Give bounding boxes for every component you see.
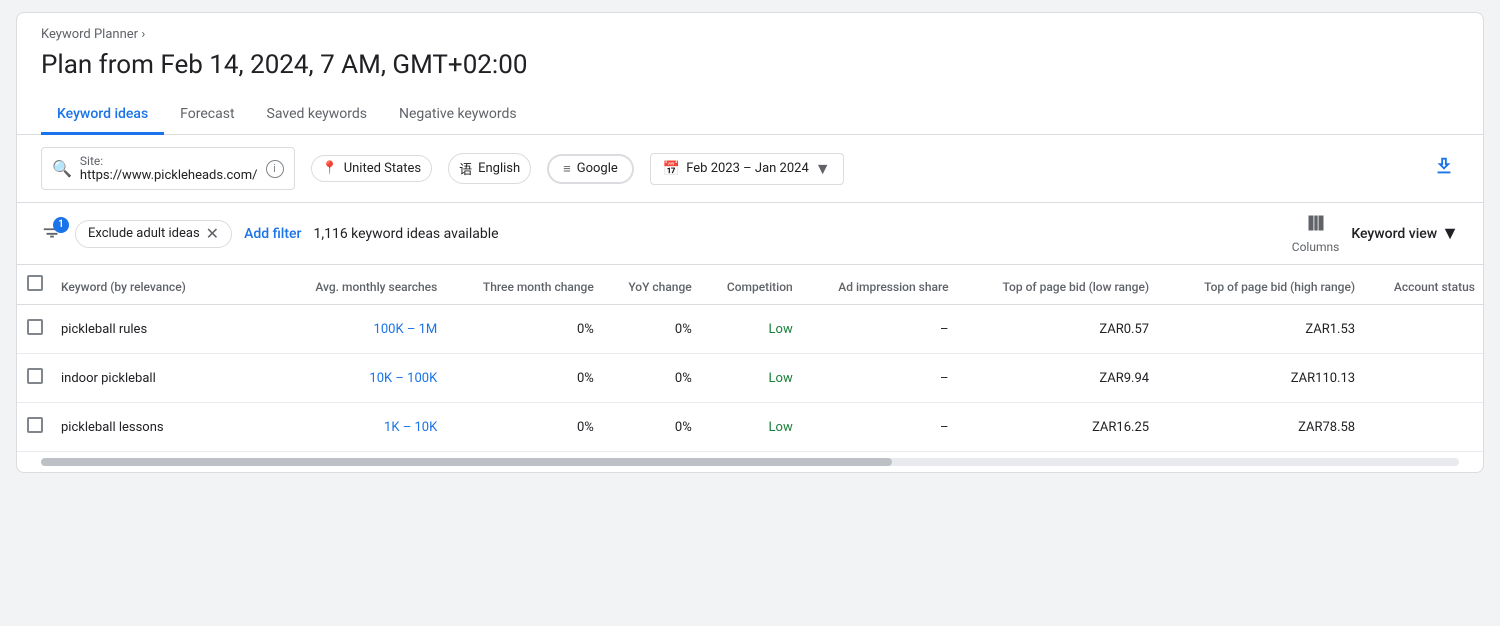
keywords-table: Keyword (by relevance) Avg. monthly sear… bbox=[17, 265, 1483, 452]
row-top-bid-high: ZAR78.58 bbox=[1157, 403, 1363, 452]
header-three-month[interactable]: Three month change bbox=[445, 265, 602, 305]
breadcrumb[interactable]: Keyword Planner › bbox=[17, 13, 1483, 46]
tabs-bar: Keyword ideas Forecast Saved keywords Ne… bbox=[17, 96, 1483, 135]
header-top-bid-high[interactable]: Top of page bid (high range) bbox=[1157, 265, 1363, 305]
row-avg-monthly: 100K – 1M bbox=[275, 305, 445, 354]
filter-funnel-button[interactable]: 1 bbox=[41, 221, 63, 247]
remove-filter-icon[interactable]: ✕ bbox=[206, 226, 219, 242]
calendar-icon: 📅 bbox=[663, 161, 680, 177]
select-all-checkbox[interactable] bbox=[27, 275, 43, 291]
row-checkbox[interactable] bbox=[17, 354, 53, 403]
location-label: United States bbox=[344, 161, 421, 176]
row-competition: Low bbox=[700, 354, 801, 403]
header-yoy-change[interactable]: YoY change bbox=[602, 265, 700, 305]
row-account-status bbox=[1363, 305, 1483, 354]
row-account-status bbox=[1363, 403, 1483, 452]
row-avg-monthly: 10K – 100K bbox=[275, 354, 445, 403]
header-top-bid-low[interactable]: Top of page bid (low range) bbox=[957, 265, 1158, 305]
keyword-view-label: Keyword view bbox=[1351, 226, 1437, 242]
row-checkbox[interactable] bbox=[17, 403, 53, 452]
tab-saved-keywords[interactable]: Saved keywords bbox=[251, 96, 383, 135]
dropdown-icon: ▼ bbox=[815, 159, 831, 179]
row-top-bid-high: ZAR110.13 bbox=[1157, 354, 1363, 403]
info-icon[interactable]: i bbox=[266, 160, 284, 178]
row-competition: Low bbox=[700, 305, 801, 354]
date-range-button[interactable]: 📅 Feb 2023 – Jan 2024 ▼ bbox=[650, 153, 844, 185]
row-three-month: 0% bbox=[445, 354, 602, 403]
site-search-box[interactable]: 🔍 Site: https://www.pickleheads.com/ i bbox=[41, 147, 295, 190]
language-label: English bbox=[478, 161, 520, 176]
tab-forecast[interactable]: Forecast bbox=[164, 96, 250, 135]
breadcrumb-link[interactable]: Keyword Planner bbox=[41, 27, 138, 42]
row-account-status bbox=[1363, 354, 1483, 403]
search-icon: 🔍 bbox=[52, 159, 72, 178]
row-three-month: 0% bbox=[445, 305, 602, 354]
row-yoy-change: 0% bbox=[602, 403, 700, 452]
row-ad-impression: – bbox=[801, 354, 957, 403]
row-top-bid-low: ZAR9.94 bbox=[957, 354, 1158, 403]
scrollbar-thumb[interactable] bbox=[41, 458, 892, 466]
row-keyword: pickleball rules bbox=[53, 305, 275, 354]
chevron-down-icon: ▼ bbox=[1441, 223, 1459, 244]
table-body: pickleball rules 100K – 1M 0% 0% Low – Z… bbox=[17, 305, 1483, 452]
row-yoy-change: 0% bbox=[602, 305, 700, 354]
keyword-view-button[interactable]: Keyword view ▼ bbox=[1351, 223, 1459, 244]
site-label: Site: bbox=[80, 154, 258, 168]
row-top-bid-low: ZAR0.57 bbox=[957, 305, 1158, 354]
row-ad-impression: – bbox=[801, 305, 957, 354]
site-info: Site: https://www.pickleheads.com/ bbox=[80, 154, 258, 183]
add-filter-button[interactable]: Add filter bbox=[244, 226, 301, 242]
row-top-bid-low: ZAR16.25 bbox=[957, 403, 1158, 452]
search-engine-icon: ≡ bbox=[563, 161, 571, 177]
row-checkbox[interactable] bbox=[17, 305, 53, 354]
header-competition[interactable]: Competition bbox=[700, 265, 801, 305]
pin-icon: 📍 bbox=[322, 161, 338, 176]
row-avg-monthly: 1K – 10K bbox=[275, 403, 445, 452]
row-ad-impression: – bbox=[801, 403, 957, 452]
scrollbar[interactable] bbox=[41, 458, 1459, 466]
download-button[interactable] bbox=[1429, 151, 1459, 186]
location-filter[interactable]: 📍 United States bbox=[311, 155, 433, 182]
date-range-label: Feb 2023 – Jan 2024 bbox=[686, 161, 809, 176]
table-row[interactable]: pickleball lessons 1K – 10K 0% 0% Low – … bbox=[17, 403, 1483, 452]
site-url: https://www.pickleheads.com/ bbox=[80, 168, 258, 183]
page-title: Plan from Feb 14, 2024, 7 AM, GMT+02:00 bbox=[17, 46, 1483, 96]
columns-icon bbox=[1306, 213, 1326, 238]
table-row[interactable]: indoor pickleball 10K – 100K 0% 0% Low –… bbox=[17, 354, 1483, 403]
header-avg-monthly[interactable]: Avg. monthly searches bbox=[275, 265, 445, 305]
row-yoy-change: 0% bbox=[602, 354, 700, 403]
header-checkbox[interactable] bbox=[17, 265, 53, 305]
row-competition: Low bbox=[700, 403, 801, 452]
filter-bar: 1 Exclude adult ideas ✕ Add filter 1,116… bbox=[17, 203, 1483, 265]
keyword-count: 1,116 keyword ideas available bbox=[313, 226, 498, 242]
exclude-adult-chip[interactable]: Exclude adult ideas ✕ bbox=[75, 220, 232, 248]
table-row[interactable]: pickleball rules 100K – 1M 0% 0% Low – Z… bbox=[17, 305, 1483, 354]
row-top-bid-high: ZAR1.53 bbox=[1157, 305, 1363, 354]
exclude-chip-label: Exclude adult ideas bbox=[88, 226, 200, 241]
toolbar: 🔍 Site: https://www.pickleheads.com/ i 📍… bbox=[17, 135, 1483, 203]
row-keyword: indoor pickleball bbox=[53, 354, 275, 403]
tab-keyword-ideas[interactable]: Keyword ideas bbox=[41, 96, 164, 135]
search-engine-label: Google bbox=[577, 161, 618, 176]
search-engine-button[interactable]: ≡ Google bbox=[547, 154, 634, 184]
header-account-status[interactable]: Account status bbox=[1363, 265, 1483, 305]
row-three-month: 0% bbox=[445, 403, 602, 452]
header-keyword[interactable]: Keyword (by relevance) bbox=[53, 265, 275, 305]
columns-button[interactable]: Columns bbox=[1292, 213, 1340, 254]
columns-label: Columns bbox=[1292, 240, 1340, 254]
language-icon: 语 bbox=[459, 159, 472, 178]
table-header-row: Keyword (by relevance) Avg. monthly sear… bbox=[17, 265, 1483, 305]
header-ad-impression[interactable]: Ad impression share bbox=[801, 265, 957, 305]
language-filter[interactable]: 语 English bbox=[448, 153, 531, 184]
row-keyword: pickleball lessons bbox=[53, 403, 275, 452]
filter-badge: 1 bbox=[53, 217, 69, 233]
breadcrumb-chevron: › bbox=[141, 27, 145, 42]
tab-negative-keywords[interactable]: Negative keywords bbox=[383, 96, 533, 135]
keywords-table-container: Keyword (by relevance) Avg. monthly sear… bbox=[17, 265, 1483, 452]
